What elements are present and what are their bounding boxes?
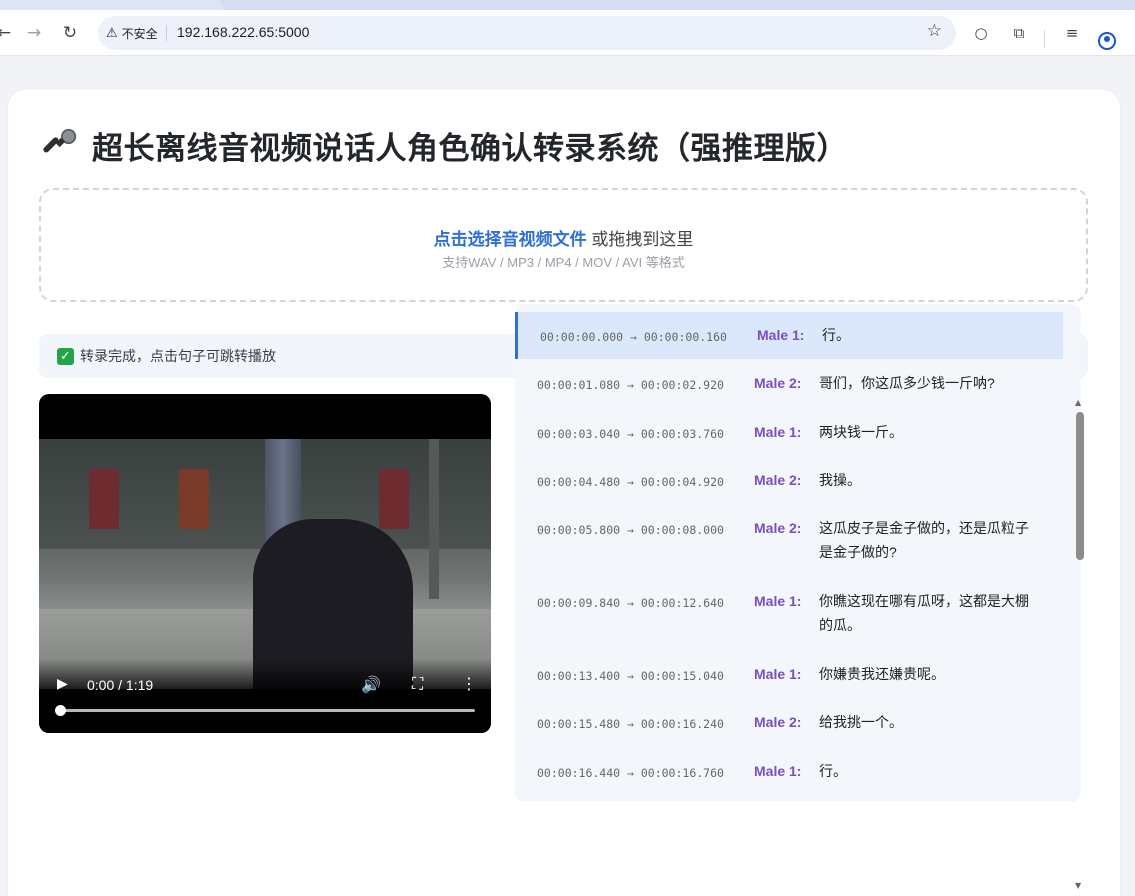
segment-speaker: Male 2: bbox=[754, 375, 802, 391]
supported-formats: 支持WAV / MP3 / MP4 / MOV / AVI 等格式 bbox=[442, 255, 685, 270]
segment-speaker: Male 2: bbox=[754, 520, 802, 536]
bookmark-star-icon[interactable]: ☆ bbox=[927, 21, 942, 41]
segment-timestamp: 00:00:00.000 → 00:00:00.160 bbox=[540, 330, 727, 344]
seek-bar[interactable] bbox=[55, 705, 475, 716]
video-scene-sign bbox=[89, 469, 119, 529]
chat-icon[interactable]: ○ bbox=[968, 19, 994, 47]
segment-timestamp: 00:00:16.440 → 00:00:16.760 bbox=[537, 766, 724, 780]
playback-time: 0:00 / 1:19 bbox=[87, 677, 154, 693]
transcript-segment[interactable]: 00:00:01.080 → 00:00:02.920 Male 2: 哥们，你这瓜… bbox=[515, 360, 1063, 407]
security-label: 不安全 bbox=[121, 27, 158, 41]
segment-timestamp: 00:00:09.840 → 00:00:12.640 bbox=[537, 596, 724, 610]
active-tab-edge bbox=[220, 0, 1135, 10]
back-icon[interactable]: ← bbox=[0, 19, 18, 47]
tab-strip bbox=[0, 0, 1135, 10]
segment-timestamp: 00:00:01.080 → 00:00:02.920 bbox=[537, 378, 724, 392]
drag-hint: 或拖拽到这里 bbox=[586, 230, 694, 249]
segment-timestamp: 00:00:05.800 → 00:00:08.000 bbox=[537, 523, 724, 537]
check-icon: ✓ bbox=[57, 347, 74, 365]
toolbar-divider bbox=[1044, 30, 1045, 48]
segment-timestamp: 00:00:15.480 → 00:00:16.240 bbox=[537, 717, 724, 731]
video-frame[interactable] bbox=[39, 439, 491, 689]
browser-toolbar: ← → ↻ ⚠ 不安全 192.168.222.65:5000 ☆ ○ ⧉ ≡ bbox=[0, 10, 1135, 56]
file-dropzone[interactable]: 点击选择音视频文件 或拖拽到这里 支持WAV / MP3 / MP4 / MOV… bbox=[39, 188, 1088, 302]
seek-knob[interactable] bbox=[55, 705, 66, 716]
scroll-thumb[interactable] bbox=[1076, 412, 1084, 560]
scroll-up-icon[interactable]: ▲ bbox=[1075, 398, 1081, 407]
dropzone-label: 点击选择音视频文件 或拖拽到这里 bbox=[41, 225, 1086, 250]
video-scene-tree bbox=[429, 439, 439, 599]
fullscreen-icon[interactable]: ⛶ bbox=[412, 674, 423, 694]
segment-text: 你瞧这现在哪有瓜呀，这都是大棚的瓜。 bbox=[819, 593, 1029, 633]
security-indicator[interactable]: ⚠ 不安全 bbox=[106, 24, 158, 43]
transcript-segment[interactable]: 00:00:04.480 → 00:00:04.920 Male 2: 我操。 bbox=[515, 457, 1063, 504]
scroll-down-icon[interactable]: ▼ bbox=[1075, 881, 1081, 890]
transcript-segment[interactable]: 00:00:13.400 → 00:00:15.040 Male 1: 你嫌贵我还嫌… bbox=[515, 651, 1063, 698]
transcript-segment[interactable]: 00:00:16.440 → 00:00:16.760 Male 1: 行。 bbox=[515, 748, 1063, 795]
profile-avatar-icon[interactable] bbox=[1098, 32, 1116, 50]
segment-timestamp: 00:00:04.480 → 00:00:04.920 bbox=[537, 475, 724, 489]
segment-speaker: Male 1: bbox=[757, 327, 805, 343]
segment-text: 哥们，你这瓜多少钱一斤呐? bbox=[819, 375, 995, 391]
transcript-segment[interactable]: 00:00:00.000 → 00:00:00.160 Male 1: 行。 bbox=[515, 312, 1063, 359]
segment-speaker: Male 2: bbox=[754, 714, 802, 730]
segment-text: 行。 bbox=[819, 763, 847, 779]
extensions-icon[interactable]: ⧉ bbox=[1006, 19, 1032, 47]
segment-text: 行。 bbox=[822, 327, 850, 343]
video-scene-sign bbox=[179, 469, 209, 529]
volume-icon[interactable]: 🔊 bbox=[361, 675, 381, 694]
segment-speaker: Male 2: bbox=[754, 472, 802, 488]
transcript-list[interactable]: 00:00:00.000 → 00:00:00.160 Male 1: 行。 00:0… bbox=[515, 304, 1081, 802]
url-text[interactable]: 192.168.222.65:5000 bbox=[177, 24, 309, 40]
transcript-segment[interactable]: 00:00:03.040 → 00:00:03.760 Male 1: 两块钱一斤。 bbox=[515, 409, 1063, 456]
microphone-icon bbox=[43, 128, 77, 153]
segment-speaker: Male 1: bbox=[754, 666, 802, 682]
page-heading: 超长离线音视频说话人角色确认转录系统（强推理版） bbox=[92, 130, 848, 167]
more-options-icon[interactable]: ⋮ bbox=[461, 674, 477, 693]
transcript-segment[interactable]: 00:00:09.840 → 00:00:12.640 Male 1: 你瞧这现在哪… bbox=[515, 578, 1063, 650]
transcript-scrollbar[interactable]: ▲ ▼ bbox=[1072, 398, 1086, 890]
reload-icon[interactable]: ↻ bbox=[56, 19, 84, 47]
page-title: 超长离线音视频说话人角色确认转录系统（强推理版） bbox=[42, 125, 848, 167]
status-text: 转录完成，点击句子可跳转播放 bbox=[80, 348, 276, 364]
player-controls bbox=[39, 659, 491, 733]
segment-text: 这瓜皮子是金子做的，还是瓜粒子是金子做的? bbox=[819, 520, 1029, 560]
segment-text: 我操。 bbox=[819, 472, 861, 488]
omnibox-divider bbox=[166, 25, 167, 41]
warning-icon: ⚠ bbox=[106, 26, 118, 41]
segment-text: 给我挑一个。 bbox=[819, 714, 903, 730]
media-queue-icon[interactable]: ≡ bbox=[1059, 19, 1085, 47]
segment-speaker: Male 1: bbox=[754, 763, 802, 779]
choose-file-link[interactable]: 点击选择音视频文件 bbox=[434, 230, 587, 249]
segment-speaker: Male 1: bbox=[754, 424, 802, 440]
address-bar[interactable]: ⚠ 不安全 192.168.222.65:5000 ☆ bbox=[98, 16, 956, 50]
segment-text: 两块钱一斤。 bbox=[819, 424, 903, 440]
video-player[interactable]: ▶ 0:00 / 1:19 🔊 ⛶ ⋮ bbox=[39, 394, 491, 733]
segment-timestamp: 00:00:13.400 → 00:00:15.040 bbox=[537, 669, 724, 683]
transcript-segment[interactable]: 00:00:15.480 → 00:00:16.240 Male 2: 给我挑一个。 bbox=[515, 699, 1063, 746]
segment-timestamp: 00:00:03.040 → 00:00:03.760 bbox=[537, 427, 724, 441]
play-icon[interactable]: ▶ bbox=[57, 676, 68, 692]
segment-text: 你嫌贵我还嫌贵呢。 bbox=[819, 666, 945, 682]
transcript-segment[interactable]: 00:00:05.800 → 00:00:08.000 Male 2: 这瓜皮子是金… bbox=[515, 505, 1063, 577]
segment-speaker: Male 1: bbox=[754, 593, 802, 609]
forward-icon[interactable]: → bbox=[20, 19, 48, 47]
video-scene-sign bbox=[379, 469, 409, 529]
